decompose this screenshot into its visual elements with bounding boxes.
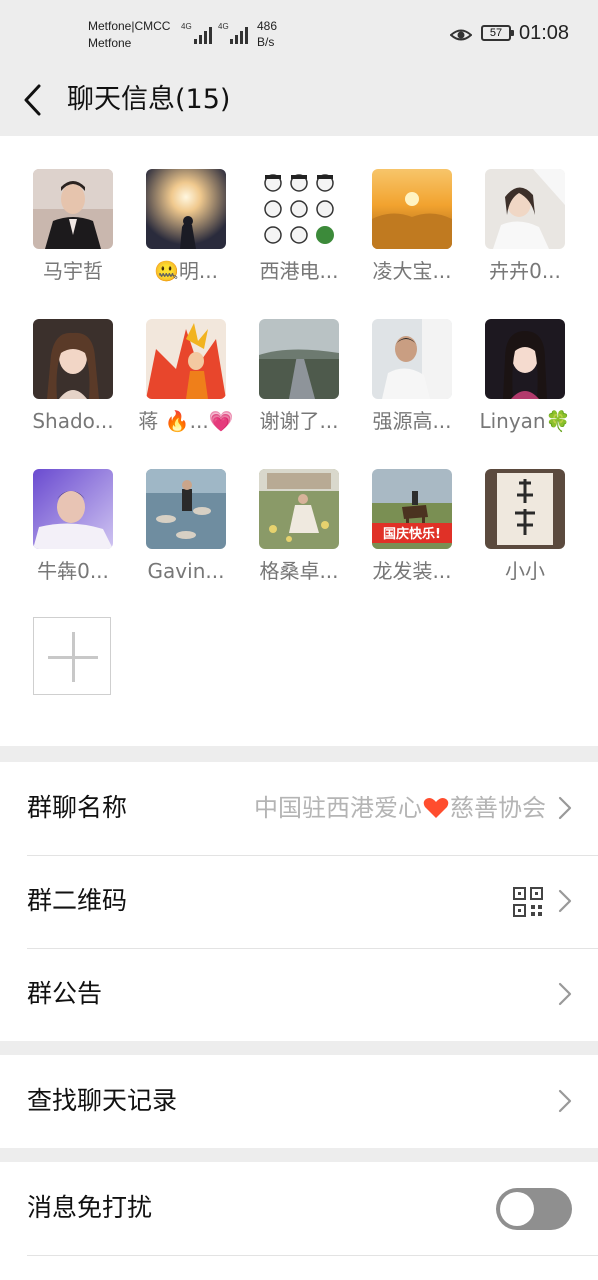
member-item[interactable]: 西港电... (243, 169, 355, 285)
member-name: 龙发装... (372, 559, 452, 583)
speed-unit: B/s (257, 35, 275, 49)
avatar (372, 319, 452, 399)
member-name: 蒋 🔥...💗 (138, 409, 234, 433)
battery-icon: 57 (481, 25, 514, 41)
search-history-row[interactable]: 查找聊天记录 (0, 1055, 598, 1148)
chevron-right-icon (558, 1089, 572, 1113)
member-name: 格桑卓... (259, 559, 339, 583)
member-name: 凌大宝... (372, 259, 452, 283)
toggle-knob (500, 1192, 534, 1226)
settings-group-info: 群聊名称 中国驻西港爱心 慈善协会 群二维码 群公告 (0, 762, 598, 1041)
avatar (259, 319, 339, 399)
carrier-line-1: Metfone|CMCC (88, 19, 171, 33)
carrier-text: Metfone|CMCC Metfone (88, 18, 170, 52)
member-name: 强源高... (372, 409, 452, 433)
avatar (259, 469, 339, 549)
group-name-value: 中国驻西港爱心 慈善协会 (254, 791, 546, 825)
network-type-2: 4G (218, 22, 229, 31)
member-item[interactable]: 强源高... (356, 319, 468, 435)
member-item[interactable]: 牛犇0... (17, 469, 129, 585)
member-name: 西港电... (259, 259, 339, 283)
avatar (146, 319, 226, 399)
member-name: 马宇哲 (43, 259, 103, 283)
search-history-label: 查找聊天记录 (27, 1086, 178, 1115)
network-speed: 486 B/s (257, 18, 277, 50)
member-grid: 马宇哲 🤐明... 西港电... 凌大宝... 卉卉0... Shado... … (0, 136, 598, 746)
member-item[interactable]: 凌大宝... (356, 169, 468, 285)
member-name: Gavin... (147, 559, 225, 583)
signal-icon-2 (230, 24, 248, 44)
member-item[interactable]: 🤐明... (130, 169, 242, 285)
member-item[interactable]: 马宇哲 (17, 169, 129, 285)
group-qr-row[interactable]: 群二维码 (0, 855, 598, 948)
heart-icon (423, 798, 449, 818)
group-notice-row[interactable]: 群公告 (0, 948, 598, 1041)
avatar (33, 469, 113, 549)
network-type-1: 4G (181, 22, 192, 31)
add-member-button[interactable] (33, 617, 111, 695)
back-arrow-icon[interactable] (18, 82, 50, 118)
avatar (485, 169, 565, 249)
group-name-value-right: 慈善协会 (450, 794, 546, 822)
chevron-right-icon (558, 796, 572, 820)
do-not-disturb-toggle[interactable] (496, 1188, 572, 1230)
page-title: 聊天信息(15) (67, 84, 231, 115)
qr-code-icon (513, 887, 543, 917)
member-item[interactable]: Gavin... (130, 469, 242, 585)
member-item[interactable]: 格桑卓... (243, 469, 355, 585)
member-item[interactable]: 小小 (469, 469, 581, 585)
member-name: 小小 (505, 559, 545, 583)
avatar (33, 169, 113, 249)
member-item[interactable]: 蒋 🔥...💗 (130, 319, 242, 435)
avatar: 国庆快乐! (372, 469, 452, 549)
member-name: 牛犇0... (37, 559, 109, 583)
member-name: Linyan🍀 (479, 409, 571, 433)
do-not-disturb-row: 消息免打扰 (0, 1162, 598, 1255)
carrier-line-2: Metfone (88, 36, 132, 50)
group-name-value-left: 中国驻西港爱心 (254, 794, 422, 822)
member-item[interactable]: Shado... (17, 319, 129, 435)
nav-bar: 聊天信息(15) (0, 66, 598, 136)
signal-icon-1 (194, 24, 212, 44)
member-name: 卉卉0... (489, 259, 561, 283)
member-item[interactable]: 国庆快乐! 龙发装... (356, 469, 468, 585)
avatar (485, 319, 565, 399)
member-item[interactable]: 谢谢了... (243, 319, 355, 435)
chevron-right-icon (558, 889, 572, 913)
group-name-label: 群聊名称 (27, 793, 128, 822)
avatar (146, 469, 226, 549)
group-qr-label: 群二维码 (27, 886, 128, 915)
svg-text:国庆快乐!: 国庆快乐! (383, 526, 441, 542)
speed-value: 486 (257, 19, 278, 33)
settings-group-notifications: 消息免打扰 (0, 1162, 598, 1280)
member-item[interactable]: Linyan🍀 (469, 319, 581, 435)
chevron-right-icon (558, 982, 572, 1006)
avatar (33, 319, 113, 399)
group-name-row[interactable]: 群聊名称 中国驻西港爱心 慈善协会 (0, 762, 598, 855)
member-item[interactable]: 卉卉0... (469, 169, 581, 285)
member-name: 谢谢了... (259, 409, 339, 433)
avatar (485, 469, 565, 549)
avatar (372, 169, 452, 249)
settings-group-search: 查找聊天记录 (0, 1055, 598, 1148)
do-not-disturb-label: 消息免打扰 (27, 1193, 153, 1222)
member-name: Shado... (32, 409, 114, 433)
avatar (146, 169, 226, 249)
group-notice-label: 群公告 (27, 979, 103, 1008)
status-bar: Metfone|CMCC Metfone 4G 4G 486 B/s 57 01… (0, 0, 598, 66)
avatar (259, 169, 339, 249)
eye-icon (450, 29, 472, 41)
member-name: 🤐明... (154, 259, 218, 283)
clock: 01:08 (519, 22, 570, 44)
divider (27, 1255, 598, 1256)
